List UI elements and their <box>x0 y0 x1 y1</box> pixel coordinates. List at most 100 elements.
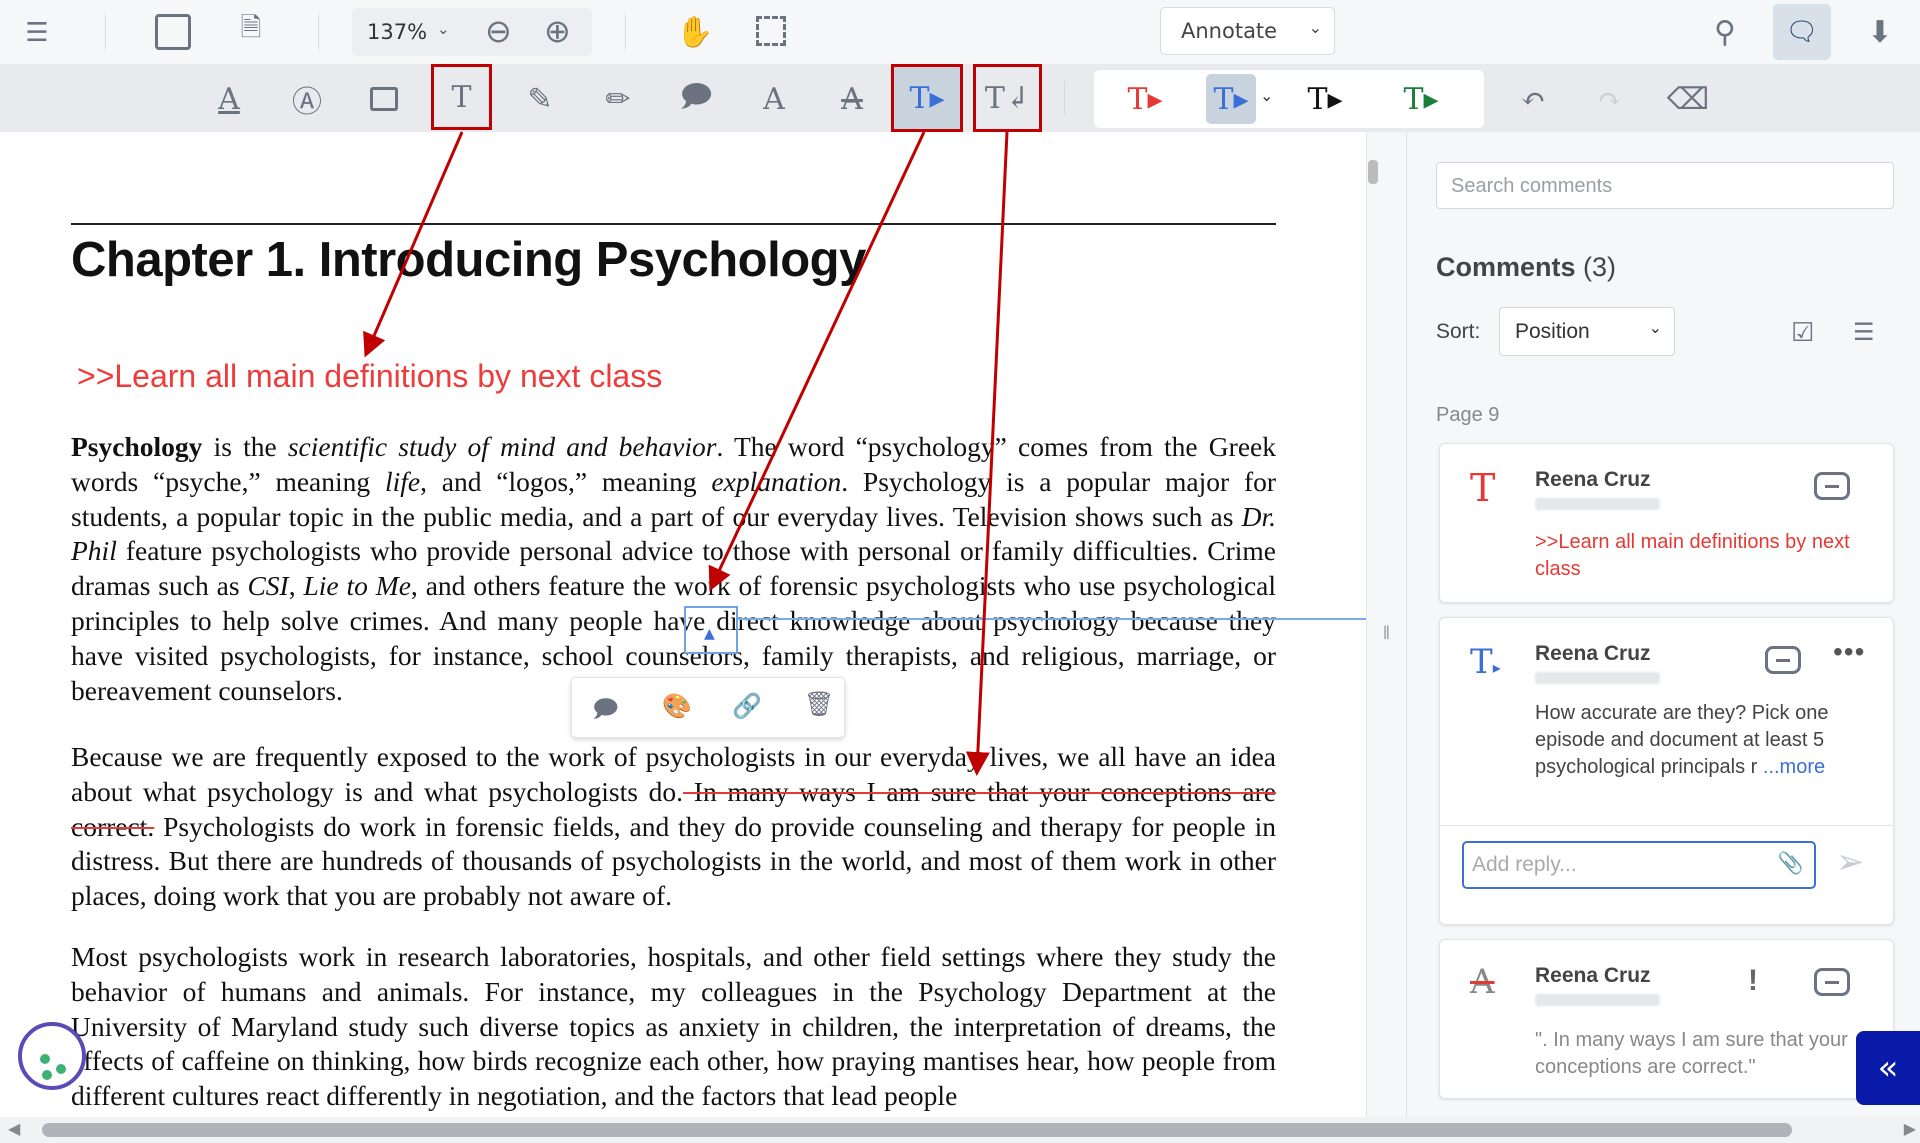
paragraph-1-segment: CSI <box>247 570 289 602</box>
insert-text-red-icon[interactable]: T▸ <box>1120 74 1170 124</box>
comment-text: >>Learn all main definitions by next cla… <box>1535 531 1850 580</box>
zoom-control: 137% ⌄ ⊖ ⊕ <box>352 8 592 56</box>
page-settings-icon[interactable]: 🗎 <box>236 12 266 50</box>
insert-text-black-icon[interactable]: T▸ <box>1300 74 1350 124</box>
search-comments-input[interactable]: Search comments <box>1436 162 1894 209</box>
scroll-thumb[interactable] <box>1368 160 1378 184</box>
paragraph-2-text-cont: Psychologists do work in forensic fields… <box>71 810 1276 912</box>
strikeout-icon: A <box>1470 962 1495 1002</box>
reply-placeholder: Add reply... <box>1472 853 1577 876</box>
insert-color-group: T▸ T▸ ⌄ T▸ T▸ <box>1094 70 1484 128</box>
menu-icon[interactable]: ☰ <box>20 16 54 50</box>
redo-icon[interactable]: ↷ <box>1585 74 1635 124</box>
comment-author: Reena Cruz <box>1535 642 1651 665</box>
mode-select-value: Annotate <box>1181 19 1278 43</box>
connector-line <box>738 618 1366 620</box>
pen-icon[interactable]: ✏ <box>593 74 643 124</box>
comments-count: (3) <box>1583 252 1617 282</box>
comments-sidebar: Search comments Comments (3) Sort: Posit… <box>1406 132 1920 1117</box>
comment-card[interactable]: A Reena Cruz ! ". In many ways I am sure… <box>1439 939 1894 1099</box>
collapse-icon[interactable] <box>1814 968 1850 996</box>
reply-input[interactable]: Add reply... 📎 <box>1462 841 1816 889</box>
vertical-scrollbar[interactable]: ǁ <box>1366 132 1406 1117</box>
comment-card-selected[interactable]: T▸ Reena Cruz ••• How accurate are they?… <box>1439 617 1894 925</box>
scroll-right-icon[interactable]: ▶ <box>1904 1119 1916 1138</box>
cookie-settings-icon[interactable] <box>18 1022 86 1090</box>
chevron-down-icon: ⌄ <box>1308 18 1322 37</box>
search-icon[interactable]: ⚲ <box>1705 12 1745 52</box>
undo-icon[interactable]: ↶ <box>1508 74 1558 124</box>
color-palette-icon[interactable]: 🎨 <box>662 692 692 720</box>
delete-icon[interactable]: 🗑 <box>804 690 834 718</box>
insert-text-blue-icon[interactable]: T▸ <box>1206 74 1256 124</box>
paragraph-1-segment: Lie to Me <box>303 570 411 602</box>
more-link[interactable]: ...more <box>1763 756 1825 778</box>
send-icon[interactable]: ➢ <box>1836 842 1865 882</box>
highlighter-icon[interactable]: ✎ <box>515 74 565 124</box>
horizontal-scrollbar[interactable]: ◀ ▶ <box>0 1117 1920 1143</box>
priority-icon[interactable]: ! <box>1748 964 1758 998</box>
top-toolbar: ☰ 🗎 137% ⌄ ⊖ ⊕ ✋ Annotate ⌄ ⚲ 🗨 ⬇ <box>0 0 1920 64</box>
strikeout-tool-icon[interactable]: A <box>827 74 877 124</box>
sort-label: Sort: <box>1436 320 1481 343</box>
free-text-icon: T <box>1470 466 1496 510</box>
comments-panel-icon[interactable]: 🗨 <box>1773 4 1831 60</box>
underline-tool-icon[interactable]: A <box>204 74 254 124</box>
color-dropdown-icon[interactable]: ⌄ <box>1260 86 1273 105</box>
paragraph-1-segment: explanation <box>711 465 842 497</box>
attachment-icon[interactable]: 📎 <box>1778 852 1804 876</box>
insert-text-tool-icon[interactable]: T▸ <box>891 64 963 132</box>
scroll-thumb[interactable] <box>42 1123 1792 1137</box>
paragraph-1-segment: , <box>288 570 304 602</box>
heading-rule <box>71 223 1276 225</box>
rectangle-tool-icon[interactable] <box>370 87 398 111</box>
filter-icon[interactable]: ☰ <box>1853 318 1875 346</box>
squiggly-tool-icon[interactable]: A <box>749 74 799 124</box>
annotation-popup-toolbar: 🗩 🎨 🔗 🗑 <box>571 677 845 738</box>
insert-text-green-icon[interactable]: T▸ <box>1396 74 1446 124</box>
comment-icon[interactable]: 🗩 <box>671 74 721 124</box>
collapse-icon[interactable] <box>1814 472 1850 500</box>
select-all-icon[interactable]: ☑ <box>1791 318 1814 348</box>
free-text-annotation[interactable]: >>Learn all main definitions by next cla… <box>77 358 662 395</box>
resize-handle-icon[interactable]: ǁ <box>1383 624 1390 640</box>
document-page: Chapter 1. Introducing Psychology >>Lear… <box>0 132 1366 1117</box>
chevron-down-icon: ⌄ <box>1648 320 1662 337</box>
zoom-value[interactable]: 137% <box>367 20 427 44</box>
download-icon[interactable]: ⬇ <box>1862 12 1898 52</box>
paragraph-1-segment: Psychology <box>71 431 203 462</box>
comments-title-text: Comments <box>1436 252 1576 282</box>
link-icon[interactable]: 🔗 <box>732 692 762 720</box>
comment-text: How accurate are they? Pick one episode … <box>1535 700 1855 781</box>
insert-text-annotation[interactable]: ▲ <box>684 606 738 654</box>
zoom-dropdown-icon[interactable]: ⌄ <box>437 20 450 38</box>
sort-select[interactable]: Position ⌄ <box>1499 307 1675 356</box>
more-options-icon[interactable]: ••• <box>1833 636 1865 668</box>
select-area-icon[interactable] <box>756 16 786 46</box>
free-text-tool-icon[interactable]: T <box>431 64 492 130</box>
comment-text: ". In many ways I am sure that your conc… <box>1535 1029 1848 1078</box>
double-chevron-left-icon: « <box>1877 1048 1899 1088</box>
comment-date-blurred <box>1535 994 1660 1006</box>
zoom-in-icon[interactable]: ⊕ <box>544 12 571 50</box>
chapter-heading: Chapter 1. Introducing Psychology <box>71 233 866 287</box>
sidebar-toggle-icon[interactable] <box>155 14 191 50</box>
text-box-tool-icon[interactable]: Ⓐ <box>282 74 332 124</box>
mode-select[interactable]: Annotate ⌄ <box>1160 7 1335 55</box>
paragraph-1-segment: life <box>384 465 421 497</box>
paragraph-1-segment: is the <box>202 431 288 462</box>
annotation-toolbar: A Ⓐ T ✎ ✏ 🗩 A A T▸ T↲ T▸ T▸ ⌄ T▸ T▸ ↶ ↷ … <box>0 64 1920 132</box>
replace-text-tool-icon[interactable]: T↲ <box>973 64 1042 132</box>
collapse-panel-button[interactable]: « <box>1856 1031 1920 1105</box>
comment-icon[interactable]: 🗩 <box>592 692 619 733</box>
eraser-icon[interactable]: ⌫ <box>1663 74 1713 124</box>
paragraph-1-segment: , and “logos,” meaning <box>420 465 712 497</box>
zoom-out-icon[interactable]: ⊖ <box>485 12 512 50</box>
page-label: Page 9 <box>1436 404 1500 426</box>
comment-author: Reena Cruz <box>1535 964 1651 987</box>
scroll-left-icon[interactable]: ◀ <box>8 1119 20 1138</box>
paragraph-3: Most psychologists work in research labo… <box>71 941 1276 1112</box>
comment-card[interactable]: T Reena Cruz >>Learn all main definition… <box>1439 443 1894 603</box>
collapse-icon[interactable] <box>1765 646 1801 674</box>
pan-hand-icon[interactable]: ✋ <box>675 12 715 52</box>
